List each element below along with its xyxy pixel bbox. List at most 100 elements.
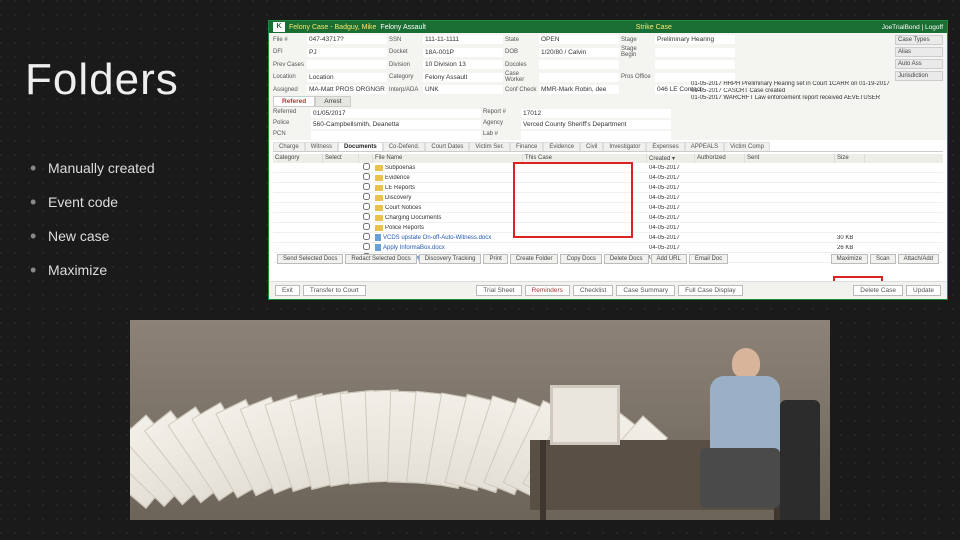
file-name[interactable]: VCDS upstate On-off-Auto-Witness.docx	[383, 235, 491, 241]
tab-expenses[interactable]: Expenses	[646, 142, 684, 151]
action-send-selected-docs[interactable]: Send Selected Docs	[277, 254, 343, 264]
file-name[interactable]: Subpoenas	[385, 165, 415, 171]
field-value[interactable]: Location	[307, 73, 387, 82]
tab-codefend[interactable]: Co-Defend.	[383, 142, 426, 151]
action-email-doc[interactable]: Email Doc	[689, 254, 728, 264]
row-checkbox[interactable]	[363, 183, 370, 190]
col-header[interactable]	[359, 154, 373, 163]
field-value[interactable]: MA-Matt PROS ORGNGR	[307, 85, 387, 94]
col-header[interactable]: Select	[323, 154, 359, 163]
action-delete-docs[interactable]: Delete Docs	[604, 254, 649, 264]
col-header[interactable]: Created ▾	[647, 154, 695, 163]
footer-update[interactable]: Update	[906, 285, 941, 296]
file-name[interactable]: Apply InformaBox.docx	[383, 245, 445, 251]
col-header[interactable]: Category	[273, 154, 323, 163]
footer-trial-sheet[interactable]: Trial Sheet	[476, 285, 521, 296]
side-button[interactable]: Case Types	[895, 35, 943, 45]
table-row[interactable]: Police Reports04-05-2017	[273, 223, 943, 233]
row-checkbox[interactable]	[363, 213, 370, 220]
col-header[interactable]: Sent	[745, 154, 835, 163]
row-checkbox[interactable]	[363, 173, 370, 180]
col-header[interactable]: Size	[835, 154, 865, 163]
table-row[interactable]: VCDS upstate On-off-Auto-Witness.docx04-…	[273, 233, 943, 243]
tab-evidence[interactable]: Evidence	[543, 142, 580, 151]
field-value[interactable]: MMR-Mark Robin, dee	[539, 85, 619, 94]
field-value[interactable]: 111-11-1111	[423, 35, 503, 44]
field-value[interactable]: UNK	[423, 85, 503, 94]
file-name[interactable]: Discovery	[385, 195, 411, 201]
tab-appeals[interactable]: APPEALS	[685, 142, 724, 151]
col-header[interactable]: Authorized	[695, 154, 745, 163]
row-checkbox[interactable]	[363, 223, 370, 230]
tab-victimser[interactable]: Victim Ser.	[469, 142, 510, 151]
table-row[interactable]: LE Reports04-05-2017	[273, 183, 943, 193]
table-row[interactable]: Discovery04-05-2017	[273, 193, 943, 203]
action-print[interactable]: Print	[483, 254, 507, 264]
field-value[interactable]: 560-Campbellsmith, Deanetta	[311, 120, 481, 129]
action-maximize[interactable]: Maximize	[831, 254, 868, 264]
field-value[interactable]: OPEN	[539, 35, 619, 44]
field-value[interactable]: 047-43717?	[307, 35, 387, 44]
row-checkbox[interactable]	[363, 163, 370, 170]
field-value[interactable]	[307, 60, 387, 69]
table-row[interactable]: Court Notices04-05-2017	[273, 203, 943, 213]
field-value[interactable]: PJ	[307, 48, 387, 57]
side-button[interactable]: Alias	[895, 47, 943, 57]
table-row[interactable]: Evidence04-05-2017	[273, 173, 943, 183]
strike-case-label[interactable]: Strike Case	[636, 24, 672, 31]
footer-delete-case[interactable]: Delete Case	[853, 285, 903, 296]
action-attach-add[interactable]: Attach/Add	[898, 254, 939, 264]
field-value[interactable]	[521, 131, 671, 140]
footer-full-case-display[interactable]: Full Case Display	[678, 285, 743, 296]
footer-transfer-to-court[interactable]: Transfer to Court	[303, 285, 366, 296]
file-name[interactable]: Police Reports	[385, 225, 424, 231]
row-checkbox[interactable]	[363, 233, 370, 240]
field-value[interactable]: Felony Assault	[423, 73, 503, 82]
field-value[interactable]: 18A-001P	[423, 48, 503, 57]
table-row[interactable]: Subpoenas04-05-2017	[273, 163, 943, 173]
footer-exit[interactable]: Exit	[275, 285, 300, 296]
field-value[interactable]	[655, 48, 735, 57]
action-redact-selected-docs[interactable]: Redact Selected Docs	[345, 254, 416, 264]
file-name[interactable]: LE Reports	[385, 185, 415, 191]
tab-charge[interactable]: Charge	[273, 142, 305, 151]
action-create-folder[interactable]: Create Folder	[510, 254, 559, 264]
subtab-arrest[interactable]: Arrest	[315, 96, 350, 107]
side-button[interactable]: Auto Ass	[895, 59, 943, 69]
field-value[interactable]	[311, 131, 481, 140]
file-name[interactable]: Charging Documents	[385, 215, 441, 221]
field-value[interactable]: 17012	[521, 109, 671, 118]
field-value[interactable]: 01/05/2017	[311, 109, 481, 118]
tab-victimcomp[interactable]: Victim Comp	[724, 142, 770, 151]
field-value[interactable]	[539, 60, 619, 69]
action-scan[interactable]: Scan	[870, 254, 896, 264]
field-value[interactable]: 10 Division 13	[423, 60, 503, 69]
table-row[interactable]: Charging Documents04-05-2017	[273, 213, 943, 223]
tab-finance[interactable]: Finance	[510, 142, 543, 151]
row-checkbox[interactable]	[363, 193, 370, 200]
field-value[interactable]: Verced County Sheriff's Department	[521, 120, 671, 129]
tab-documents[interactable]: Documents	[338, 142, 383, 151]
col-header[interactable]: This Case	[523, 154, 647, 163]
field-value[interactable]	[539, 73, 619, 82]
action-add-url[interactable]: Add URL	[651, 254, 687, 264]
subtab-refered[interactable]: Refered	[273, 96, 315, 107]
field-value[interactable]: Preliminary Hearing	[655, 35, 735, 44]
action-discovery-tracking[interactable]: Discovery Tracking	[419, 254, 482, 264]
tab-investigator[interactable]: Investigator	[603, 142, 646, 151]
footer-checklist[interactable]: Checklist	[573, 285, 613, 296]
row-checkbox[interactable]	[363, 203, 370, 210]
footer-case-summary[interactable]: Case Summary	[616, 285, 675, 296]
table-row[interactable]: Apply InformaBox.docx04-05-201726 KB	[273, 243, 943, 253]
file-name[interactable]: Court Notices	[385, 205, 421, 211]
tab-courtdates[interactable]: Court Dates	[425, 142, 469, 151]
user-menu[interactable]: JoeTrialBond | Logoff	[882, 24, 943, 31]
field-value[interactable]: 1/20/80 / Calvin	[539, 48, 619, 57]
row-checkbox[interactable]	[363, 243, 370, 250]
field-value[interactable]	[655, 60, 735, 69]
footer-reminders[interactable]: Reminders	[525, 285, 570, 296]
side-button[interactable]: Jurisdiction	[895, 71, 943, 81]
col-header[interactable]: File Name	[373, 154, 523, 163]
tab-witness[interactable]: Witness	[305, 142, 338, 151]
tab-civil[interactable]: Civil	[580, 142, 603, 151]
